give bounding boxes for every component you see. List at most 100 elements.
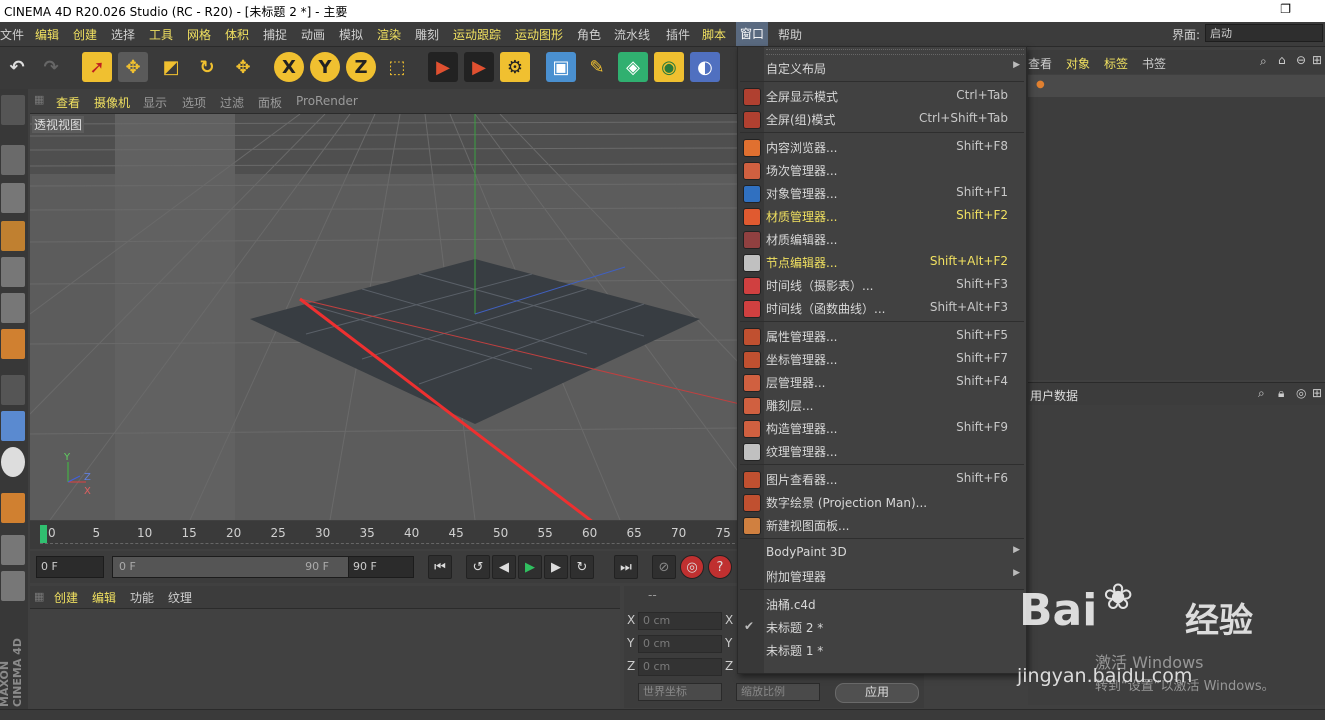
- next-frame-icon[interactable]: ▶: [544, 555, 568, 579]
- move-tool-icon[interactable]: ✥: [118, 52, 148, 82]
- cloner-icon[interactable]: ◉: [654, 52, 684, 82]
- search-icon[interactable]: ⌕: [1260, 54, 1267, 69]
- window-menu-item-0[interactable]: 自定义布局 ▶: [738, 57, 1026, 79]
- y-axis-lock-icon[interactable]: Y: [310, 52, 340, 82]
- timeline-ruler[interactable]: 0 5 10 15 20 25 30 35 40 45 50 55 60 65 70 75: [30, 521, 740, 549]
- menu-item-11[interactable]: 雕刻: [415, 26, 439, 43]
- workplane-mode-icon[interactable]: [1, 221, 25, 251]
- menu-item-17[interactable]: 脚本: [702, 26, 726, 43]
- spline-pen-icon[interactable]: ✎: [582, 52, 612, 82]
- render-view-icon[interactable]: ▶: [428, 52, 458, 82]
- x-axis-lock-icon[interactable]: X: [274, 52, 304, 82]
- record-disabled-icon[interactable]: ⊘: [652, 555, 676, 579]
- window-menu-item-23[interactable]: 新建视图面板...: [738, 514, 1026, 536]
- current-frame-field[interactable]: 0 F: [36, 556, 104, 578]
- menu-item-4[interactable]: 工具: [149, 26, 173, 43]
- window-menu-item-11[interactable]: 时间线（摄影表）... Shift+F3: [738, 274, 1026, 296]
- viewport-menu-6[interactable]: ProRender: [296, 94, 358, 108]
- world-coord-select[interactable]: 世界坐标: [638, 683, 722, 701]
- solo-mode-icon[interactable]: [1, 447, 25, 477]
- edges-mode-icon[interactable]: [1, 293, 25, 323]
- prev-frame-icon[interactable]: ◀: [492, 555, 516, 579]
- goto-end-icon[interactable]: ⏭: [614, 555, 638, 579]
- play-icon[interactable]: ▶: [518, 555, 542, 579]
- polygons-mode-icon[interactable]: [1, 329, 25, 359]
- menu-item-15[interactable]: 流水线: [614, 26, 650, 43]
- filter-icon[interactable]: ⊖: [1296, 53, 1306, 67]
- menu-item-19[interactable]: 帮助: [778, 26, 802, 43]
- window-menu-item-3[interactable]: 全屏(组)模式 Ctrl+Shift+Tab: [738, 108, 1026, 130]
- material-grip-icon[interactable]: ▦: [34, 590, 44, 603]
- rotate-tool-icon[interactable]: ↻: [192, 52, 222, 82]
- scene-object-icon[interactable]: ●: [1036, 79, 1046, 91]
- menu-item-8[interactable]: 动画: [301, 26, 325, 43]
- z-axis-lock-icon[interactable]: Z: [346, 52, 376, 82]
- object-menu-0[interactable]: 查看: [1028, 55, 1052, 72]
- apply-button[interactable]: 应用: [835, 683, 919, 703]
- window-menu-item-30[interactable]: 未标题 1 *: [738, 639, 1026, 661]
- cube-primitive-icon[interactable]: ▣: [546, 52, 576, 82]
- end-frame-field[interactable]: 90 F: [348, 556, 414, 578]
- window-menu-item-21[interactable]: 图片查看器... Shift+F6: [738, 468, 1026, 490]
- object-manager-body[interactable]: ●: [1028, 75, 1325, 380]
- window-menu-item-9[interactable]: 材质编辑器...: [738, 228, 1026, 250]
- menu-item-0[interactable]: 文件: [0, 26, 24, 43]
- window-menu-item-15[interactable]: 坐标管理器... Shift+F7: [738, 348, 1026, 370]
- playhead[interactable]: [40, 525, 47, 543]
- window-menu-item-18[interactable]: 构造管理器... Shift+F9: [738, 417, 1026, 439]
- material-menu-2[interactable]: 功能: [130, 589, 154, 606]
- model-mode-icon[interactable]: [1, 145, 25, 175]
- viewport-menu-4[interactable]: 过滤: [220, 94, 244, 111]
- tweak-mode-icon[interactable]: [1, 411, 25, 441]
- menu-item-2[interactable]: 创建: [73, 26, 97, 43]
- window-menu-item-5[interactable]: 内容浏览器... Shift+F8: [738, 136, 1026, 158]
- menu-item-10[interactable]: 渲染: [377, 26, 401, 43]
- tearoff-handle[interactable]: [766, 49, 1024, 55]
- scale-select[interactable]: 缩放比例: [736, 683, 820, 701]
- goto-start-icon[interactable]: ⏮: [428, 555, 452, 579]
- attr-new-panel-icon[interactable]: ⊞: [1312, 386, 1322, 400]
- texture-mode-icon[interactable]: [1, 183, 25, 213]
- menu-item-9[interactable]: 模拟: [339, 26, 363, 43]
- object-menu-3[interactable]: 书签: [1142, 55, 1166, 72]
- menu-item-5[interactable]: 网格: [187, 26, 211, 43]
- window-menu-item-2[interactable]: 全屏显示模式 Ctrl+Tab: [738, 85, 1026, 107]
- window-menu-item-10[interactable]: 节点编辑器... Shift+Alt+F2: [738, 251, 1026, 273]
- select-cursor-icon[interactable]: ➚: [82, 52, 112, 82]
- window-menu-item-29[interactable]: ✔ 未标题 2 *: [738, 616, 1026, 638]
- coord-position-field[interactable]: 0 cm: [638, 635, 722, 653]
- snap-magnet-icon[interactable]: [1, 493, 25, 523]
- window-menu-item-22[interactable]: 数字绘景 (Projection Man)...: [738, 491, 1026, 513]
- home-icon[interactable]: ⌂: [1278, 53, 1286, 67]
- planar-workplane-icon[interactable]: [1, 571, 25, 601]
- frame-range-slider[interactable]: 0 F 90 F: [112, 556, 354, 578]
- window-menu-item-14[interactable]: 属性管理器... Shift+F5: [738, 325, 1026, 347]
- object-menu-1[interactable]: 对象: [1066, 55, 1090, 72]
- menu-item-18[interactable]: 窗口: [736, 22, 769, 46]
- material-menu-0[interactable]: 创建: [54, 589, 78, 606]
- window-menu-item-25[interactable]: BodyPaint 3D ▶: [738, 542, 1026, 564]
- redo-icon[interactable]: ↷: [36, 52, 66, 82]
- help-keyframe-icon[interactable]: ?: [708, 555, 732, 579]
- next-key-icon[interactable]: ↻: [570, 555, 594, 579]
- scale-tool-icon[interactable]: ◩: [156, 52, 186, 82]
- deformer-icon[interactable]: ◐: [690, 52, 720, 82]
- material-panel-body[interactable]: [30, 609, 620, 709]
- menu-item-12[interactable]: 运动跟踪: [453, 26, 501, 43]
- new-panel-icon[interactable]: ⊞: [1312, 53, 1322, 67]
- window-menu-item-12[interactable]: 时间线（函数曲线）... Shift+Alt+F3: [738, 297, 1026, 319]
- prev-key-icon[interactable]: ↺: [466, 555, 490, 579]
- window-menu-item-19[interactable]: 纹理管理器...: [738, 440, 1026, 462]
- coord-position-field[interactable]: 0 cm: [638, 612, 722, 630]
- render-settings-icon[interactable]: ⚙: [500, 52, 530, 82]
- menu-item-13[interactable]: 运动图形: [515, 26, 563, 43]
- window-menu-item-6[interactable]: 场次管理器...: [738, 159, 1026, 181]
- window-menu-item-8[interactable]: 材质管理器... Shift+F2: [738, 205, 1026, 227]
- window-menu-item-28[interactable]: 油桶.c4d: [738, 593, 1026, 615]
- menu-item-6[interactable]: 体积: [225, 26, 249, 43]
- viewport-menu-1[interactable]: 摄像机: [94, 94, 130, 111]
- viewport-menu-0[interactable]: 查看: [56, 94, 80, 111]
- points-mode-icon[interactable]: [1, 257, 25, 287]
- material-menu-3[interactable]: 纹理: [168, 589, 192, 606]
- attr-search-icon[interactable]: ⌕: [1258, 386, 1265, 401]
